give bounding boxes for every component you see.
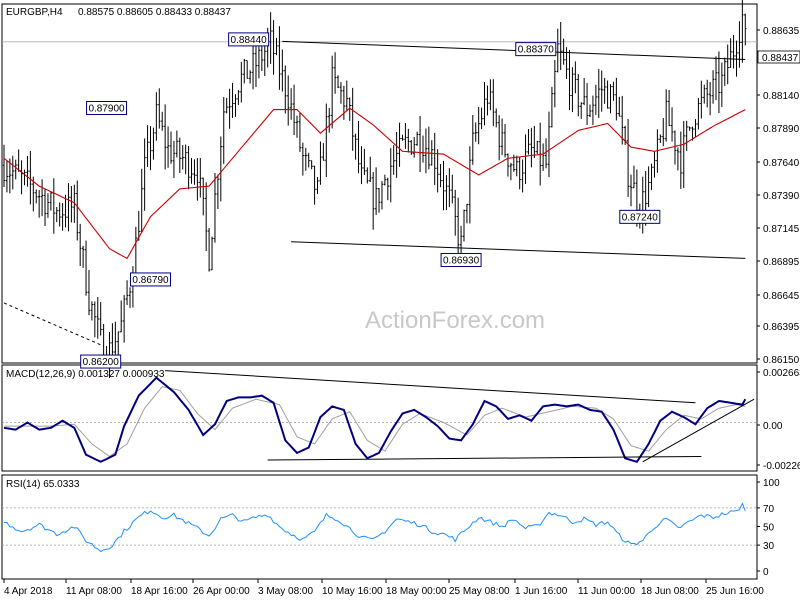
chart-container: ActionForex.com 0.86200 0.86790 0.87900 0.8… xyxy=(0,0,800,600)
price-label-text: 0.87240 xyxy=(622,212,659,223)
price-tick-label: 0.87640 xyxy=(763,158,800,169)
price-tick-label: 0.87145 xyxy=(763,224,800,235)
x-tick-label: 26 Apr 00:00 xyxy=(193,586,250,597)
price-label-text: 0.86200 xyxy=(83,357,120,368)
macd-tick-label: 0.002663 xyxy=(763,368,800,379)
rsi-tick-label: 70 xyxy=(763,504,775,515)
x-tick-label: 18 Jun 08:00 xyxy=(641,586,699,597)
x-tick-label: 3 May 08:00 xyxy=(258,586,313,597)
x-tick-label: 11 Apr 08:00 xyxy=(66,586,122,597)
chart-background xyxy=(0,0,800,600)
x-tick-label: 18 Apr 16:00 xyxy=(131,586,188,597)
rsi-tick-label: 30 xyxy=(763,541,775,552)
macd-tick-label: -0.00226 xyxy=(763,461,800,472)
price-label-text: 0.86930 xyxy=(443,255,480,266)
price-tick-label: 0.87390 xyxy=(763,191,800,202)
last-price-tick: 0.88437 xyxy=(762,53,799,64)
rsi-title: RSI(14) 65.0333 xyxy=(6,479,80,490)
price-label-text: 0.86790 xyxy=(132,275,169,286)
symbol-title: EURGBP,H4 xyxy=(6,7,63,18)
price-label-text: 0.87900 xyxy=(88,104,125,115)
x-tick-label: 25 May 08:00 xyxy=(449,586,510,597)
price-tick-label: 0.86395 xyxy=(763,322,800,333)
price-tick-label: 0.86645 xyxy=(763,291,800,302)
rsi-tick-label: 100 xyxy=(763,478,780,489)
x-tick-label: 4 Apr 2018 xyxy=(4,586,53,597)
macd-tick-label: 0.00 xyxy=(763,421,783,432)
x-tick-label: 18 May 00:00 xyxy=(386,586,447,597)
rsi-tick-label: 50 xyxy=(763,523,775,534)
x-tick-label: 25 Jun 16:00 xyxy=(706,586,764,597)
x-tick-label: 1 Jun 16:00 xyxy=(515,586,568,597)
macd-title: MACD(12,26,9) 0.001327 0.000933 xyxy=(6,369,165,380)
price-tick-label: 0.88635 xyxy=(763,26,800,37)
ohlc-readout: 0.88575 0.88605 0.88433 0.88437 xyxy=(78,7,231,18)
price-tick-label: 0.86150 xyxy=(763,355,800,366)
price-tick-label: 0.87890 xyxy=(763,124,800,135)
chart-svg: ActionForex.com 0.86200 0.86790 0.87900 0.8… xyxy=(0,0,800,600)
price-label-text: 0.88440 xyxy=(231,35,268,46)
price-tick-label: 0.88140 xyxy=(763,91,800,102)
price-tick-label: 0.86895 xyxy=(763,257,800,268)
x-tick-label: 10 May 16:00 xyxy=(322,586,383,597)
rsi-tick-label: 0 xyxy=(763,567,769,578)
watermark: ActionForex.com xyxy=(365,307,545,334)
price-label-text: 0.88370 xyxy=(518,45,555,56)
x-tick-label: 11 Jun 00:00 xyxy=(578,586,636,597)
